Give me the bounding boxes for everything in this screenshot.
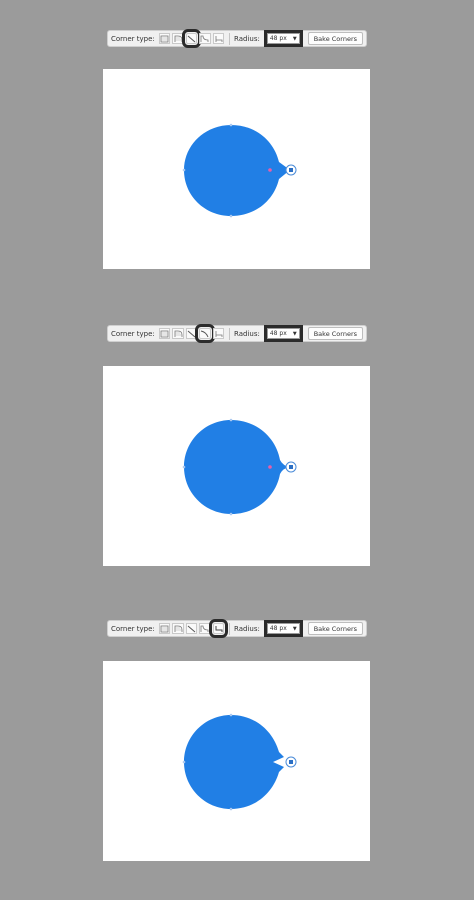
- anchor-node[interactable]: [229, 512, 233, 516]
- corner-none-icon: [160, 35, 169, 42]
- radius-value: 48 px: [269, 35, 287, 42]
- anchor-node[interactable]: [182, 465, 186, 469]
- canvas[interactable]: [103, 366, 370, 566]
- corner-type-none-button[interactable]: [158, 328, 171, 339]
- corner-type-none-button[interactable]: [158, 33, 171, 44]
- bake-corners-button[interactable]: Bake Corners: [307, 32, 364, 45]
- panel-3: Corner type: Radius: 48 px ▼ Bake Corner…: [0, 619, 474, 900]
- radius-value: 48 px: [269, 625, 287, 632]
- radius-value: 48 px: [269, 330, 287, 337]
- corner-inverted-icon: [215, 625, 223, 632]
- corner-type-concave-button[interactable]: [199, 623, 211, 634]
- corner-center-handle[interactable]: [268, 465, 272, 469]
- shape-path[interactable]: [184, 420, 290, 514]
- corner-type-label: Corner type:: [111, 329, 155, 338]
- radius-dropdown[interactable]: 48 px ▼: [263, 30, 303, 47]
- drop-shape-chamfer: [182, 123, 297, 218]
- corner-type-concave-button[interactable]: [199, 33, 211, 44]
- drop-shape-inverted: [182, 713, 297, 811]
- corner-inverted-icon: [215, 35, 223, 42]
- radius-dropdown[interactable]: 48 px ▼: [263, 325, 303, 342]
- toolbar-separator: [229, 622, 230, 635]
- corner-type-inverted-button[interactable]: [208, 619, 229, 638]
- bake-corners-button[interactable]: Bake Corners: [307, 622, 364, 635]
- corner-type-inverted-button[interactable]: [212, 328, 225, 339]
- corner-type-rounded-button[interactable]: [172, 328, 184, 339]
- corner-handle-square-icon: [289, 465, 293, 469]
- drop-shape-concave: [182, 418, 297, 516]
- corner-handle-square-icon: [289, 168, 293, 172]
- corner-toolbar: Corner type: Radius: 48 px ▼ Bake Corner…: [107, 324, 367, 343]
- corner-concave-icon: [201, 35, 209, 42]
- radius-label: Radius:: [234, 329, 260, 338]
- chevron-down-icon: ▼: [292, 330, 297, 337]
- corner-type-rounded-button[interactable]: [172, 33, 184, 44]
- corner-type-inverted-button[interactable]: [212, 33, 225, 44]
- toolbar-separator: [229, 32, 230, 45]
- corner-rounded-icon: [174, 35, 182, 42]
- bake-corners-button[interactable]: Bake Corners: [307, 327, 364, 340]
- anchor-node[interactable]: [229, 418, 233, 422]
- corner-chamfer-icon: [187, 625, 196, 632]
- corner-rounded-icon: [174, 330, 182, 337]
- anchor-node[interactable]: [229, 123, 233, 127]
- anchor-node[interactable]: [182, 760, 186, 764]
- corner-handle-square-icon: [289, 760, 293, 764]
- corner-chamfer-icon: [187, 35, 196, 42]
- corner-type-label: Corner type:: [111, 34, 155, 43]
- corner-none-icon: [160, 330, 169, 337]
- anchor-node[interactable]: [182, 168, 186, 172]
- anchor-node[interactable]: [229, 807, 233, 811]
- anchor-node[interactable]: [229, 214, 233, 218]
- anchor-node[interactable]: [229, 713, 233, 717]
- corner-center-handle[interactable]: [268, 168, 272, 172]
- chevron-down-icon: ▼: [292, 35, 297, 42]
- radius-dropdown[interactable]: 48 px ▼: [263, 620, 303, 637]
- corner-type-none-button[interactable]: [158, 623, 171, 634]
- chevron-down-icon: ▼: [292, 625, 297, 632]
- canvas[interactable]: [103, 661, 370, 861]
- corner-type-chamfer-button[interactable]: [185, 623, 198, 634]
- corner-type-chamfer-button[interactable]: [185, 328, 198, 339]
- panel-2: Corner type: Radius: 48 px ▼ Bake Corner…: [0, 324, 474, 605]
- radius-label: Radius:: [234, 624, 260, 633]
- canvas[interactable]: [103, 69, 370, 269]
- corner-toolbar: Corner type: Radius: 48 px ▼ Bake Corner…: [107, 619, 367, 638]
- corner-type-chamfer-button[interactable]: [181, 29, 202, 48]
- corner-concave-icon: [201, 330, 209, 337]
- shape-path[interactable]: [184, 125, 290, 216]
- corner-inverted-icon: [215, 330, 223, 337]
- corner-toolbar: Corner type: Radius: 48 px ▼ Bake Corner…: [107, 29, 367, 48]
- toolbar-separator: [229, 327, 230, 340]
- panel-1: Corner type: Radius: 48 px ▼ Bake Corner…: [0, 29, 474, 310]
- radius-label: Radius:: [234, 34, 260, 43]
- corner-none-icon: [160, 625, 169, 632]
- corner-chamfer-icon: [187, 330, 196, 337]
- corner-type-rounded-button[interactable]: [172, 623, 184, 634]
- shape-path[interactable]: [184, 715, 284, 809]
- corner-concave-icon: [201, 625, 209, 632]
- corner-type-concave-button[interactable]: [195, 324, 215, 343]
- corner-rounded-icon: [174, 625, 182, 632]
- corner-type-label: Corner type:: [111, 624, 155, 633]
